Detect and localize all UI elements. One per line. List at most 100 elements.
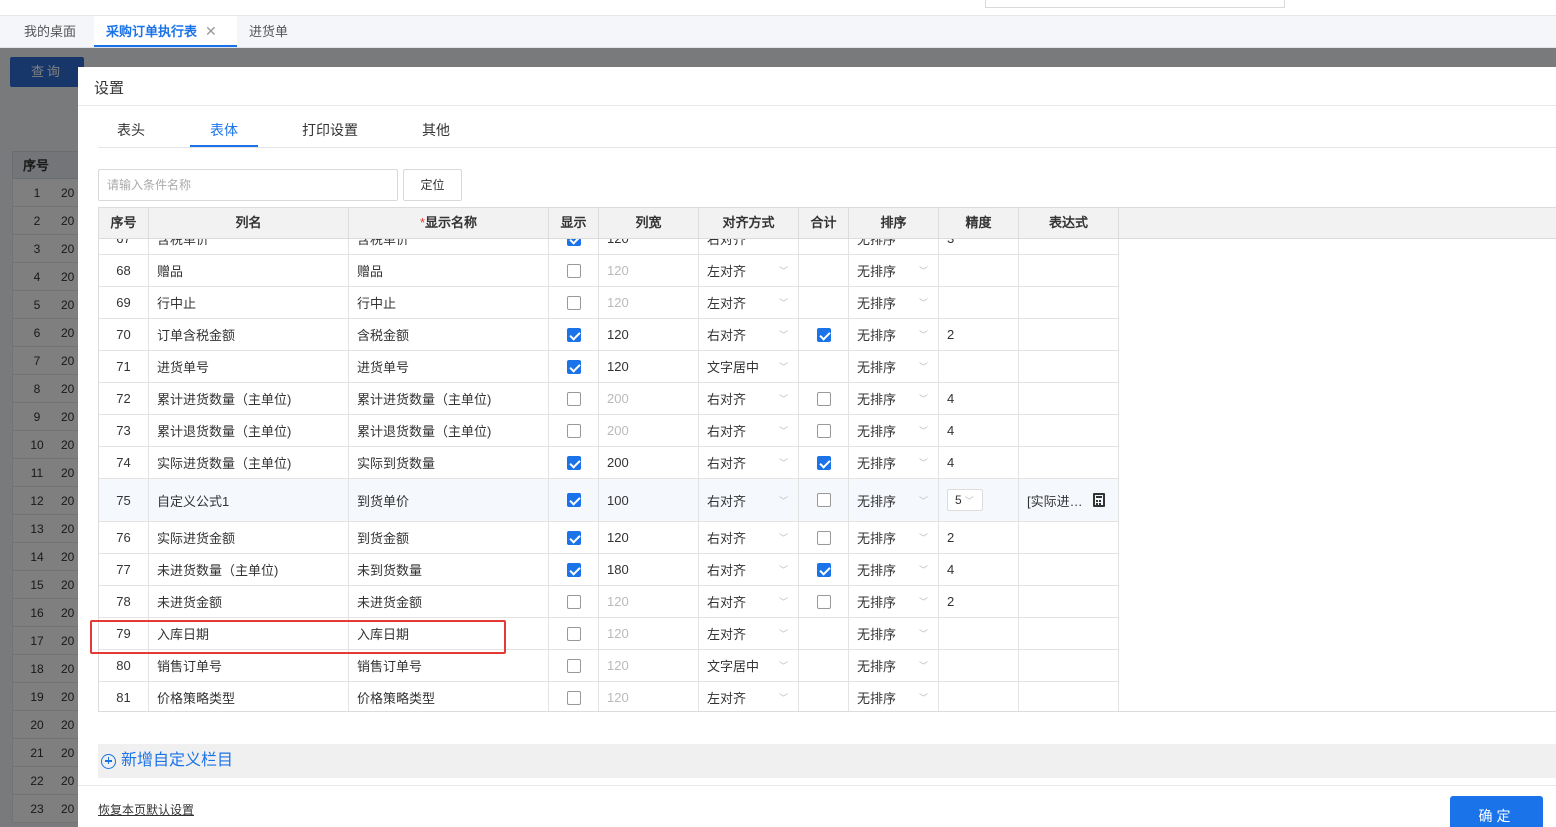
expression-cell[interactable] xyxy=(1019,650,1119,681)
display-name-cell[interactable]: 到货单价 xyxy=(349,479,549,521)
width-cell[interactable]: 120 xyxy=(599,522,699,553)
show-checkbox[interactable] xyxy=(566,562,581,577)
sort-select[interactable]: 无排序 ﹀ xyxy=(857,528,938,547)
precision-cell[interactable]: 2 xyxy=(939,522,1019,553)
ok-button[interactable]: 确定 xyxy=(1450,796,1543,827)
show-checkbox[interactable] xyxy=(566,423,581,438)
show-checkbox[interactable] xyxy=(566,690,581,705)
display-name-cell[interactable]: 销售订单号 xyxy=(349,650,549,681)
close-icon[interactable]: ✕ xyxy=(205,23,217,39)
display-name-cell[interactable]: 进货单号 xyxy=(349,351,549,382)
show-checkbox[interactable] xyxy=(566,391,581,406)
top-search-box[interactable] xyxy=(985,0,1285,8)
sort-select[interactable]: 无排序 ﹀ xyxy=(857,491,938,510)
width-cell[interactable]: 120 xyxy=(599,682,699,711)
calculator-icon[interactable] xyxy=(1092,493,1105,507)
align-select[interactable]: 右对齐 ﹀ xyxy=(707,453,798,472)
expression-cell[interactable] xyxy=(1019,682,1119,711)
sort-select[interactable]: 无排序 ﹀ xyxy=(857,624,938,643)
sum-checkbox[interactable] xyxy=(816,594,831,609)
expression-cell[interactable] xyxy=(1019,586,1119,617)
sort-select[interactable]: 无排序 ﹀ xyxy=(857,421,938,440)
precision-cell[interactable] xyxy=(939,287,1019,318)
sort-select[interactable]: 无排序 ﹀ xyxy=(857,453,938,472)
sort-select[interactable]: 无排序 ﹀ xyxy=(857,560,938,579)
show-checkbox[interactable] xyxy=(566,455,581,470)
align-select[interactable]: 右对齐 ﹀ xyxy=(707,560,798,579)
width-cell[interactable]: 120 xyxy=(599,287,699,318)
sort-select[interactable]: 无排序 ﹀ xyxy=(857,656,938,675)
tab-purchase-receipt[interactable]: 进货单 xyxy=(237,16,300,47)
expression-cell[interactable]: [实际进… xyxy=(1019,479,1119,521)
tab-purchase-order-report[interactable]: 采购订单执行表 ✕ xyxy=(94,16,237,47)
display-name-cell[interactable]: 赠品 xyxy=(349,255,549,286)
precision-cell[interactable] xyxy=(939,650,1019,681)
sum-checkbox[interactable] xyxy=(816,493,831,507)
width-cell[interactable]: 120 xyxy=(599,618,699,649)
precision-cell[interactable]: 2 xyxy=(939,319,1019,350)
display-name-cell[interactable]: 累计退货数量（主单位) xyxy=(349,415,549,446)
precision-cell[interactable] xyxy=(939,351,1019,382)
show-checkbox[interactable] xyxy=(566,263,581,278)
expression-cell[interactable] xyxy=(1019,447,1119,478)
align-select[interactable]: 左对齐 ﹀ xyxy=(707,624,798,643)
precision-cell[interactable]: 3 xyxy=(939,239,1019,254)
precision-cell[interactable]: 4 xyxy=(939,415,1019,446)
condition-search-input[interactable]: 请输入条件名称 xyxy=(98,169,398,201)
expression-cell[interactable] xyxy=(1019,287,1119,318)
width-cell[interactable]: 200 xyxy=(599,447,699,478)
width-cell[interactable]: 200 xyxy=(599,415,699,446)
expression-cell[interactable] xyxy=(1019,239,1119,254)
sort-select[interactable]: 无排序 ﹀ xyxy=(857,239,938,248)
locate-button[interactable]: 定位 xyxy=(403,169,462,201)
show-checkbox[interactable] xyxy=(566,327,581,342)
display-name-cell[interactable]: 价格策略类型 xyxy=(349,682,549,711)
precision-cell[interactable]: 5 ﹀ xyxy=(939,479,1019,521)
show-checkbox[interactable] xyxy=(566,359,581,374)
display-name-cell[interactable]: 实际到货数量 xyxy=(349,447,549,478)
align-select[interactable]: 右对齐 ﹀ xyxy=(707,389,798,408)
sort-select[interactable]: 无排序 ﹀ xyxy=(857,688,938,707)
align-select[interactable]: 右对齐 ﹀ xyxy=(707,239,798,248)
expression-cell[interactable] xyxy=(1019,522,1119,553)
align-select[interactable]: 右对齐 ﹀ xyxy=(707,325,798,344)
sort-select[interactable]: 无排序 ﹀ xyxy=(857,261,938,280)
align-select[interactable]: 左对齐 ﹀ xyxy=(707,261,798,280)
sum-checkbox[interactable] xyxy=(816,327,831,342)
display-name-cell[interactable]: 未进货金额 xyxy=(349,586,549,617)
display-name-cell[interactable]: 到货金额 xyxy=(349,522,549,553)
sum-checkbox[interactable] xyxy=(816,562,831,577)
precision-cell[interactable] xyxy=(939,255,1019,286)
display-name-cell[interactable]: 含税金额 xyxy=(349,319,549,350)
width-cell[interactable]: 180 xyxy=(599,554,699,585)
expression-cell[interactable] xyxy=(1019,554,1119,585)
show-checkbox[interactable] xyxy=(566,530,581,545)
width-cell[interactable]: 120 xyxy=(599,650,699,681)
show-checkbox[interactable] xyxy=(566,295,581,310)
align-select[interactable]: 左对齐 ﹀ xyxy=(707,293,798,312)
tab-header[interactable]: 表头 xyxy=(98,113,164,147)
precision-cell[interactable] xyxy=(939,618,1019,649)
expression-cell[interactable] xyxy=(1019,415,1119,446)
width-cell[interactable]: 120 xyxy=(599,586,699,617)
width-cell[interactable]: 100 xyxy=(599,479,699,521)
tab-my-desktop[interactable]: 我的桌面 xyxy=(12,16,88,47)
sum-checkbox[interactable] xyxy=(816,391,831,406)
sort-select[interactable]: 无排序 ﹀ xyxy=(857,592,938,611)
align-select[interactable]: 文字居中 ﹀ xyxy=(707,357,798,376)
show-checkbox[interactable] xyxy=(566,239,581,246)
precision-cell[interactable]: 4 xyxy=(939,447,1019,478)
expression-cell[interactable] xyxy=(1019,319,1119,350)
sort-select[interactable]: 无排序 ﹀ xyxy=(857,293,938,312)
sort-select[interactable]: 无排序 ﹀ xyxy=(857,357,938,376)
align-select[interactable]: 右对齐 ﹀ xyxy=(707,528,798,547)
align-select[interactable]: 右对齐 ﹀ xyxy=(707,421,798,440)
display-name-cell[interactable]: 行中止 xyxy=(349,287,549,318)
tab-other[interactable]: 其他 xyxy=(408,113,464,147)
expression-cell[interactable] xyxy=(1019,351,1119,382)
show-checkbox[interactable] xyxy=(566,658,581,673)
precision-cell[interactable]: 2 xyxy=(939,586,1019,617)
sum-checkbox[interactable] xyxy=(816,530,831,545)
display-name-cell[interactable]: 含税单价 xyxy=(349,239,549,254)
sum-checkbox[interactable] xyxy=(816,455,831,470)
